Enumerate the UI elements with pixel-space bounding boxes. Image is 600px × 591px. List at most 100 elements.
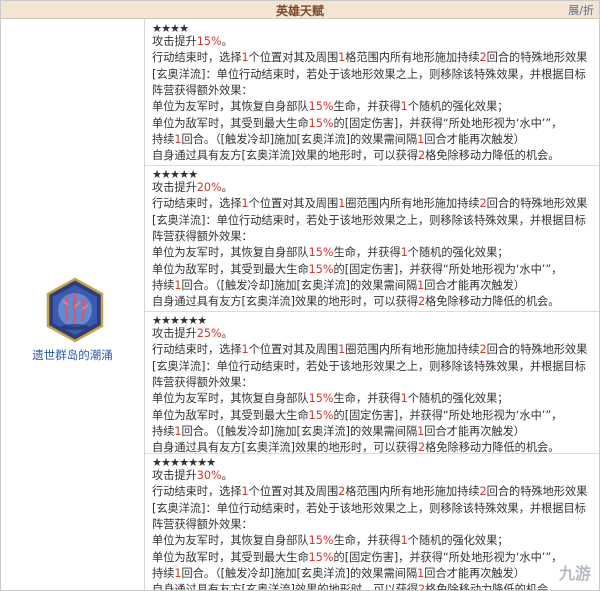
talent-text-line: [玄奥洋流]：单位行动结束时，若处于该地形效果之上，则移除该特殊效果，并根据目标 xyxy=(152,358,586,375)
talent-text: 单位为友军时，其恢复自身部队 xyxy=(152,246,309,260)
highlight-value: 15% xyxy=(196,35,222,48)
talent-text-line: 单位为敌军时，其受到最大生命15%的[固定伤害]，并获得“所处地形视为‘水中’”… xyxy=(152,261,562,278)
highlight-value: 1 xyxy=(400,534,408,548)
talent-text-line: 行动结束时，选择1个位置对其及周围1格范围内所有地形施加持续2回合的特殊地形效果 xyxy=(152,49,587,66)
highlight-value: 30% xyxy=(196,469,222,482)
watermark-logo: 九游 xyxy=(558,564,591,583)
highlight-value: 15% xyxy=(308,550,334,564)
talent-text-line: 自身通过具有友方[玄奥洋流]效果的地形时，可以获得2格免除移动力降低的机会。 xyxy=(152,147,559,164)
talent-text-line: 攻击提升25%。 xyxy=(152,325,233,342)
talent-text-line: 攻击提升20%。 xyxy=(152,179,233,196)
talent-text: 个随机的强化效果； xyxy=(407,392,509,406)
highlight-value: 1 xyxy=(174,278,182,292)
talent-text: 攻击提升 xyxy=(152,327,197,340)
tier-list: ★★★★ 攻击提升15%。 行动结束时，选择1个位置对其及周围1格范围内所有地形施加… xyxy=(145,19,599,590)
talent-text: 回合的特殊地形效果 xyxy=(486,343,588,357)
talent-text: 行动结束时，选择 xyxy=(152,51,242,65)
talent-text-line: 自身通过具有友方[玄奥洋流]效果的地形时，可以获得2格免除移动力降低的机会。 xyxy=(152,293,559,310)
talent-text: 回合才能再次触发） xyxy=(424,132,525,146)
highlight-value: 15% xyxy=(308,408,334,422)
talent-text: 回合才能再次触发） xyxy=(424,424,525,438)
highlight-value: 1 xyxy=(241,197,249,211)
talent-text: 持续 xyxy=(152,424,175,438)
talent-text: 持续 xyxy=(152,132,175,146)
talent-text: 格免除移动力降低的机会。 xyxy=(425,149,560,163)
talent-text: 回合。（[触发冷却]施加[玄奥洋流]的效果需间隔 xyxy=(181,132,418,146)
talent-text: 个随机的强化效果； xyxy=(407,100,509,114)
highlight-value: 15% xyxy=(308,100,334,114)
talent-text: 格免除移动力降低的机会。 xyxy=(425,583,560,591)
talent-text-line: 持续1回合。（[触发冷却]施加[玄奥洋流]的效果需间隔1回合才能再次触发） xyxy=(152,423,525,440)
talent-text: 个随机的强化效果； xyxy=(407,246,509,260)
hero-column: 遗世群岛的潮涌 xyxy=(1,19,145,590)
talent-text: 行动结束时，选择 xyxy=(152,197,242,211)
talent-text-line: 行动结束时，选择1个位置对其及周围1圈范围内所有地形施加持续2回合的特殊地形效果 xyxy=(152,341,587,358)
highlight-value: 1 xyxy=(174,424,182,438)
talent-text-line: 阵营获得额外效果： xyxy=(152,516,253,533)
panel-header: 英雄天赋 展/折 xyxy=(1,1,599,19)
talent-text: 生命，并获得 xyxy=(333,100,401,114)
hero-name: 遗世群岛的潮涌 xyxy=(32,348,113,362)
talent-text: 回合。（[触发冷却]施加[玄奥洋流]的效果需间隔 xyxy=(181,424,418,438)
talent-text: 自身通过具有友方[玄奥洋流]效果的地形时，可以获得 xyxy=(152,583,419,591)
talent-text: 行动结束时，选择 xyxy=(152,343,242,357)
talent-text-line: 单位为敌军时，其受到最大生命15%的[固定伤害]，并获得“所处地形视为‘水中’”… xyxy=(152,115,562,132)
talent-text: 回合。（[触发冷却]施加[玄奥洋流]的效果需间隔 xyxy=(181,278,418,292)
talent-text: 个位置对其及周围 xyxy=(248,485,339,499)
talent-text: 格范围内所有地形施加持续 xyxy=(345,51,480,65)
talent-text: 单位为敌军时，其受到最大生命 xyxy=(152,262,309,276)
highlight-value: 1 xyxy=(174,566,182,580)
talent-text: 个位置对其及周围 xyxy=(248,51,339,65)
talent-text: 自身通过具有友方[玄奥洋流]效果的地形时，可以获得 xyxy=(152,295,419,309)
talent-text: 格范围内所有地形施加持续 xyxy=(345,485,480,499)
highlight-value: 1 xyxy=(241,485,249,499)
talent-tier: ★★★★★★ 攻击提升25%。 行动结束时，选择1个位置对其及周围1圈范围内所有地形… xyxy=(145,311,599,454)
talent-text: 单位为敌军时，其受到最大生命 xyxy=(152,408,309,422)
highlight-value: 15% xyxy=(308,246,334,260)
talent-text-line: 阵营获得额外效果： xyxy=(152,82,253,99)
highlight-value: 2 xyxy=(479,343,487,357)
highlight-value: 1 xyxy=(400,392,408,406)
talent-text: 单位为敌军时，其受到最大生命 xyxy=(152,116,309,130)
talent-text-line: 单位为友军时，其恢复自身部队15%生命，并获得1个随机的强化效果； xyxy=(152,98,508,115)
talent-text-line: 攻击提升15%。 xyxy=(152,33,233,50)
talent-text: 。 xyxy=(221,469,233,482)
talent-text-line: 持续1回合。（[触发冷却]施加[玄奥洋流]的效果需间隔1回合才能再次触发） xyxy=(152,277,525,294)
talent-text: 阵营获得额外效果： xyxy=(152,517,253,531)
talent-text: 单位为友军时，其恢复自身部队 xyxy=(152,392,309,406)
talent-text-line: 阵营获得额外效果： xyxy=(152,374,253,391)
hero-talent-icon xyxy=(46,277,104,343)
talent-text: 生命，并获得 xyxy=(333,392,401,406)
highlight-value: 20% xyxy=(196,181,222,194)
talent-text: 回合才能再次触发） xyxy=(424,278,525,292)
talent-text: 个随机的强化效果； xyxy=(407,534,509,548)
talent-text: 阵营获得额外效果： xyxy=(152,375,253,389)
talent-text: 的[固定伤害]，并获得“所处地形视为‘水中’”， xyxy=(333,262,563,276)
highlight-value: 15% xyxy=(308,392,334,406)
talent-text-line: 阵营获得额外效果： xyxy=(152,228,253,245)
talent-text: 。 xyxy=(221,327,233,340)
highlight-value: 1 xyxy=(241,343,249,357)
talent-text-line: 行动结束时，选择1个位置对其及周围2格范围内所有地形施加持续2回合的特殊地形效果 xyxy=(152,483,587,500)
talent-text: 的[固定伤害]，并获得“所处地形视为‘水中’”， xyxy=(333,116,563,130)
panel-title: 英雄天赋 xyxy=(275,4,324,18)
talent-text: 回合的特殊地形效果 xyxy=(486,51,588,65)
talent-text: 攻击提升 xyxy=(152,181,197,194)
talent-text: 的[固定伤害]，并获得“所处地形视为‘水中’”， xyxy=(333,408,563,422)
talent-text: [玄奥洋流]：单位行动结束时，若处于该地形效果之上，则移除该特殊效果，并根据目标 xyxy=(152,67,586,81)
talent-text: [玄奥洋流]：单位行动结束时，若处于该地形效果之上，则移除该特殊效果，并根据目标 xyxy=(152,359,586,373)
talent-text-line: [玄奥洋流]：单位行动结束时，若处于该地形效果之上，则移除该特殊效果，并根据目标 xyxy=(152,66,586,83)
talent-text: 回合。（[触发冷却]施加[玄奥洋流]的效果需间隔 xyxy=(181,566,418,580)
talent-text: 攻击提升 xyxy=(152,469,197,482)
talent-text: [玄奥洋流]：单位行动结束时，若处于该地形效果之上，则移除该特殊效果，并根据目标 xyxy=(152,213,586,227)
talent-text-line: 行动结束时，选择1个位置对其及周围1圈范围内所有地形施加持续2回合的特殊地形效果 xyxy=(152,195,587,212)
talent-text: 个位置对其及周围 xyxy=(248,197,339,211)
collapse-toggle[interactable]: 展/折 xyxy=(568,2,594,18)
highlight-value: 1 xyxy=(400,100,408,114)
talent-text: 的[固定伤害]，并获得“所处地形视为‘水中’”， xyxy=(333,550,563,564)
highlight-value: 1 xyxy=(174,132,182,146)
talent-text-line: 单位为友军时，其恢复自身部队15%生命，并获得1个随机的强化效果； xyxy=(152,244,508,261)
talent-text-line: 攻击提升30%。 xyxy=(152,467,233,484)
talent-tier: ★★★★★ 攻击提升20%。 行动结束时，选择1个位置对其及周围1圈范围内所有地形施… xyxy=(145,165,599,312)
talent-text-line: [玄奥洋流]：单位行动结束时，若处于该地形效果之上，则移除该特殊效果，并根据目标 xyxy=(152,500,586,517)
